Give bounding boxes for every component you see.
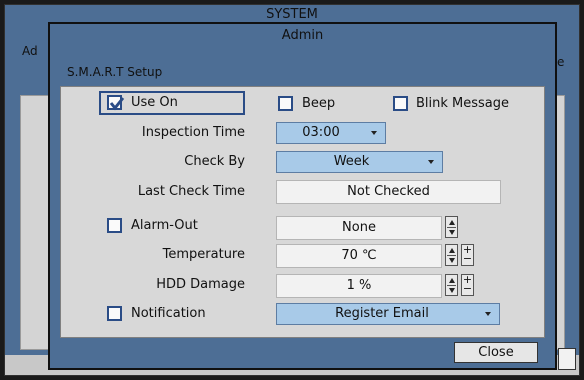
last-check-time-label: Last Check Time (137, 184, 245, 199)
chevron-down-icon (371, 131, 377, 135)
spinner-divider (447, 285, 456, 286)
check-by-label: Check By (184, 154, 245, 169)
chevron-down-icon (485, 312, 491, 316)
register-email-value: Register Email (335, 306, 429, 321)
alarm-out-field[interactable]: None (276, 216, 442, 240)
background-tab-fragment: Ad (22, 44, 38, 58)
background-button (558, 348, 576, 370)
inspection-time-value: 03:00 (302, 125, 340, 140)
hdd-damage-field[interactable]: 1 % (276, 274, 442, 298)
hdd-damage-spinner[interactable] (445, 274, 458, 296)
check-by-value: Week (333, 154, 370, 169)
notification-label: Notification (131, 306, 206, 321)
arrow-down-icon (449, 258, 455, 263)
hdd-damage-plus-minus-button[interactable]: + − (461, 274, 474, 296)
use-on-label: Use On (131, 95, 178, 110)
background-tab-fragment-right: e (557, 55, 565, 69)
close-button[interactable]: Close (454, 342, 538, 363)
spinner-divider (447, 255, 456, 256)
blink-message-label: Blink Message (416, 96, 510, 111)
inspection-time-label: Inspection Time (141, 125, 245, 140)
check-by-dropdown[interactable]: Week (276, 151, 443, 173)
arrow-up-icon (449, 248, 455, 253)
inspection-time-dropdown[interactable]: 03:00 (276, 122, 386, 144)
background-window-title: SYSTEM (266, 7, 318, 22)
beep-label: Beep (302, 96, 336, 111)
dialog-title: Admin (281, 28, 324, 43)
beep-checkbox[interactable] (278, 96, 293, 111)
alarm-out-spinner[interactable] (445, 216, 458, 238)
blink-message-checkbox[interactable] (393, 96, 408, 111)
register-email-dropdown[interactable]: Register Email (276, 303, 500, 325)
alarm-out-checkbox[interactable] (107, 218, 122, 233)
chevron-down-icon (428, 160, 434, 164)
temperature-label: Temperature (162, 247, 245, 262)
arrow-down-icon (449, 230, 455, 235)
section-title: S.M.A.R.T Setup (67, 65, 163, 79)
temperature-plus-minus-button[interactable]: + − (461, 244, 474, 266)
last-check-time-field: Not Checked (276, 180, 501, 204)
notification-checkbox[interactable] (107, 306, 122, 321)
alarm-out-label: Alarm-Out (131, 218, 198, 233)
temperature-spinner[interactable] (445, 244, 458, 266)
hdd-damage-label: HDD Damage (156, 277, 245, 292)
arrow-down-icon (449, 288, 455, 293)
arrow-up-icon (449, 278, 455, 283)
arrow-up-icon (449, 220, 455, 225)
temperature-field[interactable]: 70 ℃ (276, 244, 442, 268)
spinner-divider (447, 227, 456, 228)
use-on-checkbox[interactable] (107, 95, 125, 111)
checkmark-icon (109, 97, 125, 111)
